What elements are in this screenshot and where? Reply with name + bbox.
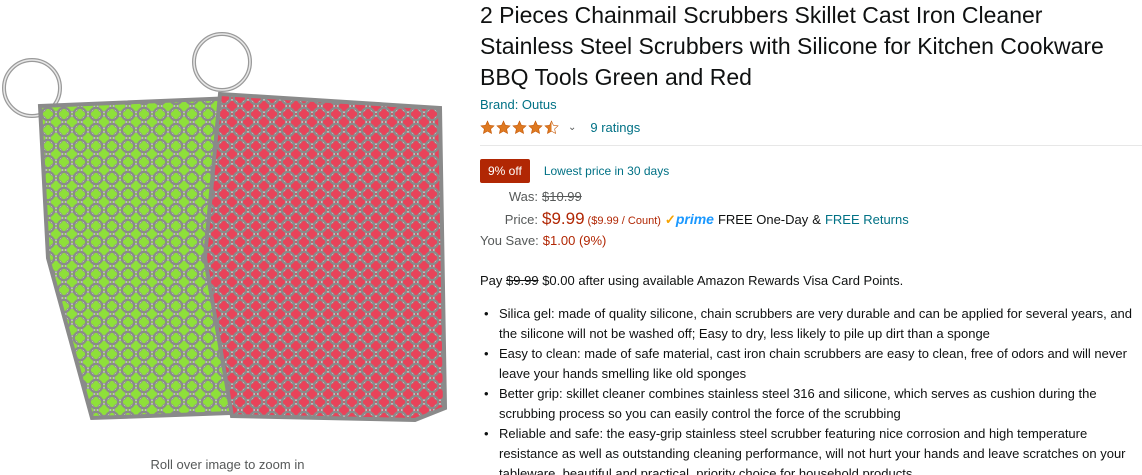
prime-badge[interactable]: ✓ prime [665,211,714,228]
product-details: 2 Pieces Chainmail Scrubbers Skillet Cas… [480,0,1142,475]
feature-bullets: Silica gel: made of quality silicone, ch… [480,304,1142,475]
discount-badge: 9% off [480,159,530,183]
divider [480,145,1142,146]
ratings-count-link[interactable]: 9 ratings [590,120,640,135]
green-scrubber [2,58,238,421]
zoom-hint: Roll over image to zoom in [150,457,305,472]
price-table: Was: $10.99 Price: $9.99 ($9.99 / Count)… [480,189,1142,253]
rating-row: ⌄ 9 ratings [480,117,1142,137]
list-item: Reliable and safe: the easy-grip stainle… [484,424,1142,475]
list-item: Silica gel: made of quality silicone, ch… [484,304,1142,344]
pay-strike-price: $9.99 [506,273,539,288]
was-price-row: Was: $10.99 [480,189,1142,209]
star-icon [512,119,527,134]
ampersand: & [812,212,821,227]
deal-row: 9% off Lowest price in 30 days [480,159,1142,183]
list-item: Easy to clean: made of safe material, ca… [484,344,1142,384]
prime-logo: prime [675,211,714,227]
free-returns-link[interactable]: FREE Returns [825,212,909,227]
price-label: Price: [504,212,538,227]
current-price-row: Price: $9.99 ($9.99 / Count) ✓ prime FRE… [480,209,1142,233]
product-image[interactable] [0,18,470,438]
image-pane: Roll over image to zoom in [0,0,470,475]
pay-suffix: $0.00 after using available Amazon Rewar… [542,273,904,288]
star-rating[interactable] [480,119,560,135]
save-label: You Save: [480,233,539,248]
brand-link[interactable]: Brand: Outus [480,97,557,112]
star-icon [480,119,495,134]
product-title: 2 Pieces Chainmail Scrubbers Skillet Cas… [480,2,1104,90]
list-item: Better grip: skillet cleaner combines st… [484,384,1142,424]
was-price: $10.99 [542,189,582,204]
lowest-price-note: Lowest price in 30 days [543,164,670,178]
half-star-icon [544,119,559,134]
was-label: Was: [508,189,538,204]
current-price: $9.99 [542,209,585,228]
star-icon [496,119,511,134]
red-scrubber [192,32,448,423]
rewards-pay-line: Pay $9.99 $0.00 after using available Am… [480,273,1142,288]
free-one-day-text: FREE One-Day [717,212,809,227]
unit-price: ($9.99 / Count) [587,215,661,227]
chevron-down-icon[interactable]: ⌄ [568,122,576,133]
you-save-row: You Save: $1.00 (9%) [480,233,1142,253]
prime-check-icon: ✓ [664,212,676,227]
save-amount: $1.00 (9%) [542,233,607,248]
pay-prefix: Pay [480,273,503,288]
star-icon [528,119,543,134]
